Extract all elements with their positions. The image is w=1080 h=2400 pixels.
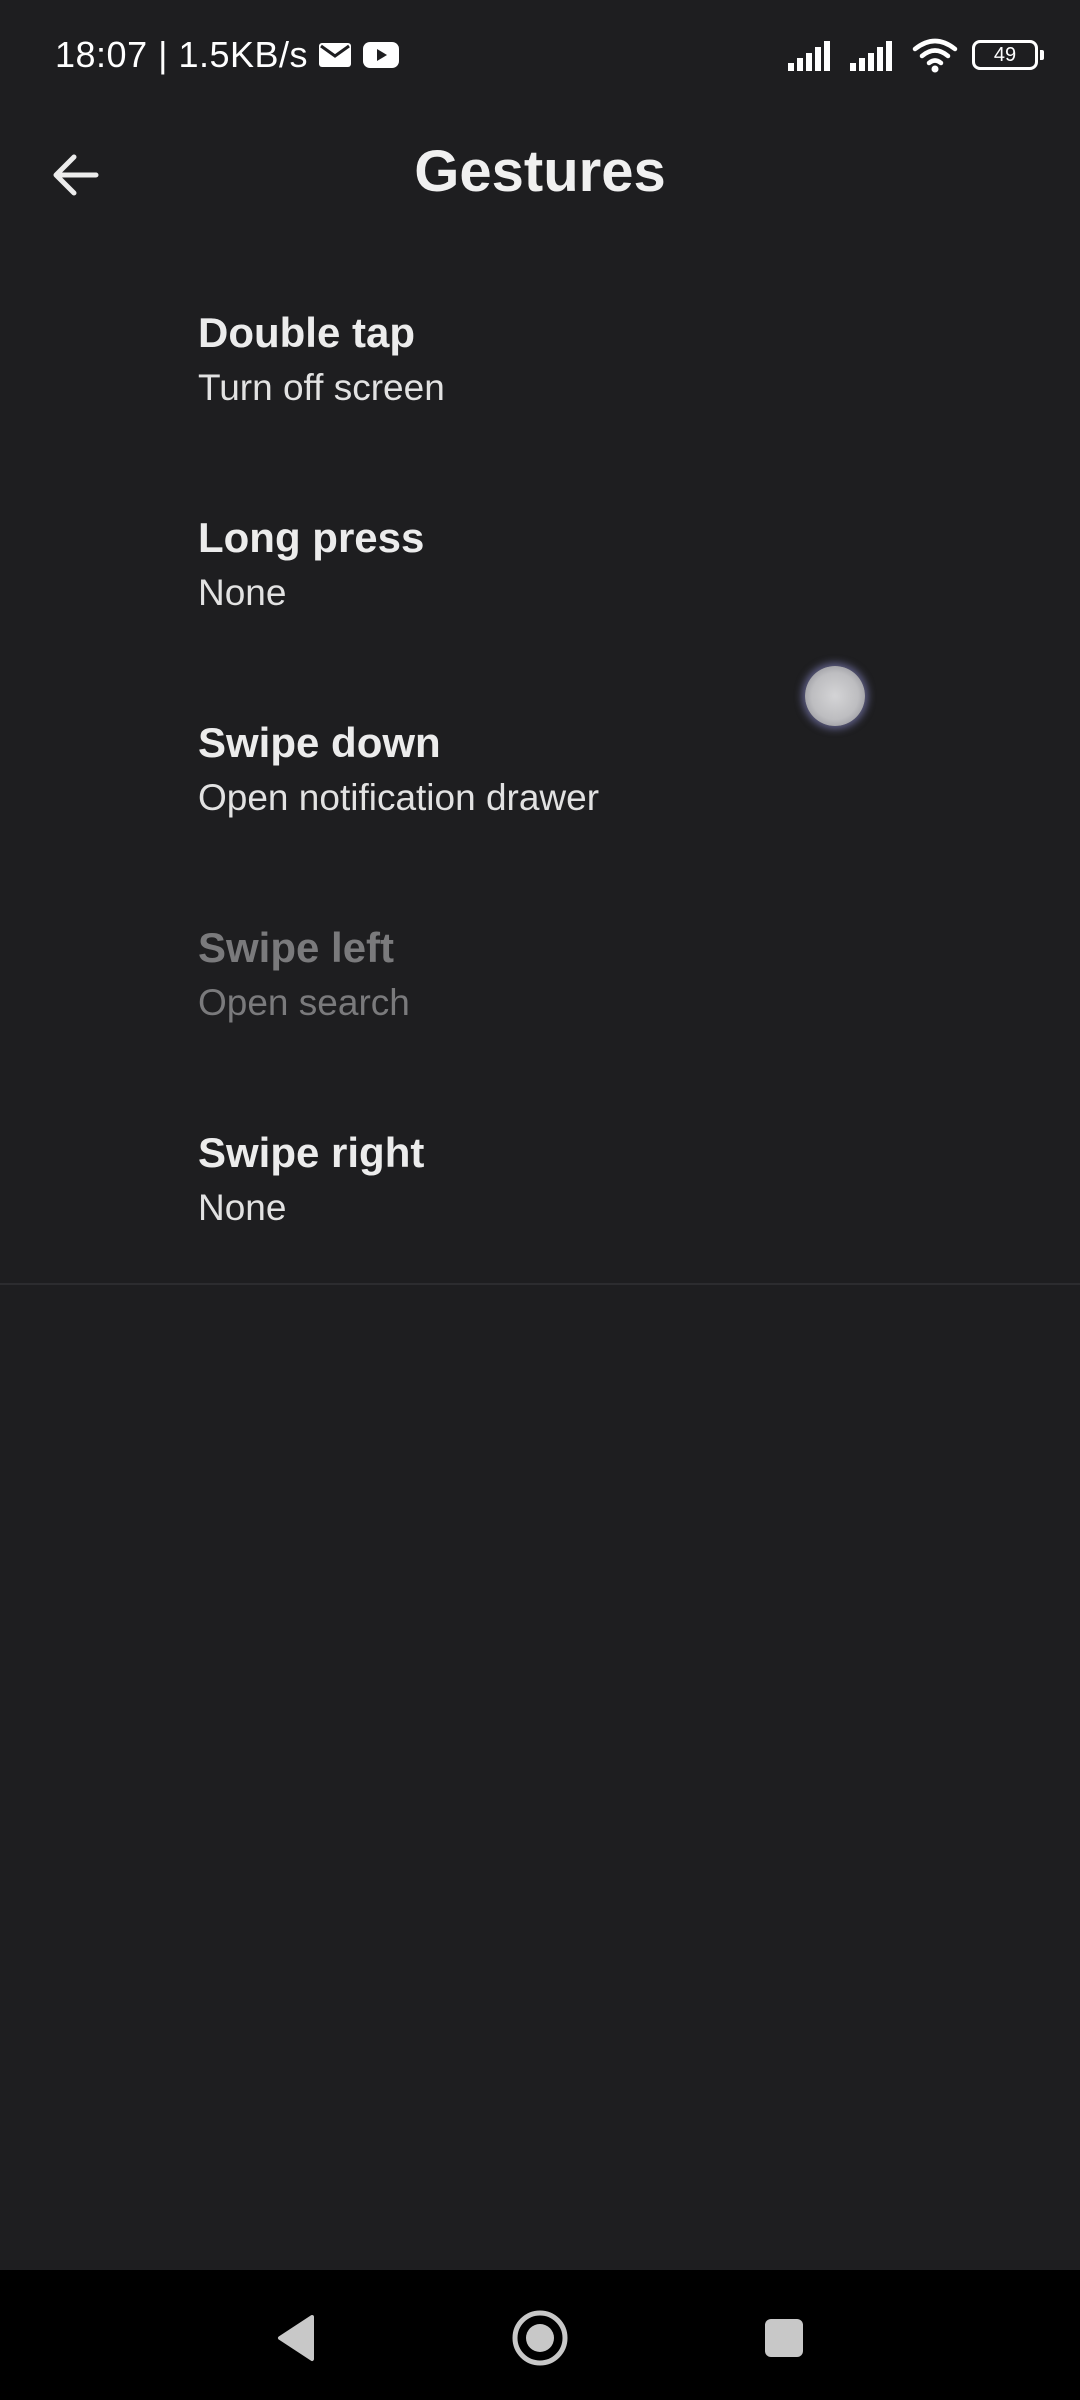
gesture-item-long-press[interactable]: Long press None [0, 487, 1080, 692]
home-circle-icon [512, 2310, 568, 2366]
status-time: 18:07 | 1.5KB/s [55, 34, 309, 75]
list-divider [0, 1283, 1080, 1285]
signal-icon [850, 39, 898, 71]
status-left: 18:07 | 1.5KB/s [55, 30, 400, 80]
gesture-title: Double tap [198, 309, 415, 356]
gesture-item-double-tap[interactable]: Double tap Turn off screen [0, 282, 1080, 487]
gesture-title: Swipe right [198, 1129, 425, 1176]
back-triangle-icon [278, 2315, 314, 2361]
gesture-title: Long press [198, 514, 425, 561]
gesture-value: None [198, 1187, 287, 1229]
youtube-icon [362, 41, 400, 69]
touch-indicator [805, 666, 865, 726]
gesture-title: Swipe left [198, 924, 395, 971]
nav-back-button[interactable] [256, 2298, 336, 2378]
mail-icon [318, 42, 352, 68]
gesture-value: Open search [198, 982, 410, 1024]
gesture-item-swipe-down[interactable]: Swipe down Open notification drawer [0, 692, 1080, 897]
signal-icon [788, 39, 836, 71]
gesture-item-swipe-right[interactable]: Swipe right None [0, 1102, 1080, 1307]
gesture-title: Swipe down [198, 719, 441, 766]
battery-level: 49 [993, 44, 1017, 66]
gesture-item-swipe-left: Swipe left Open search [0, 897, 1080, 1102]
status-right: 49 [788, 30, 1044, 80]
wifi-icon [912, 37, 958, 73]
system-nav-bar [0, 2270, 1080, 2400]
app-header: Gestures [0, 110, 1080, 240]
battery-icon: 49 [972, 40, 1044, 70]
status-bar: 18:07 | 1.5KB/s 49 [0, 0, 1080, 110]
page-title: Gestures [414, 139, 666, 204]
gesture-value: Open notification drawer [198, 777, 600, 819]
gesture-value: None [198, 572, 287, 614]
gestures-list: Double tap Turn off screen Long press No… [0, 282, 1080, 1307]
gesture-value: Turn off screen [198, 367, 445, 409]
nav-recents-button[interactable] [744, 2298, 824, 2378]
recents-square-icon [765, 2319, 803, 2357]
nav-home-button[interactable] [500, 2298, 580, 2378]
